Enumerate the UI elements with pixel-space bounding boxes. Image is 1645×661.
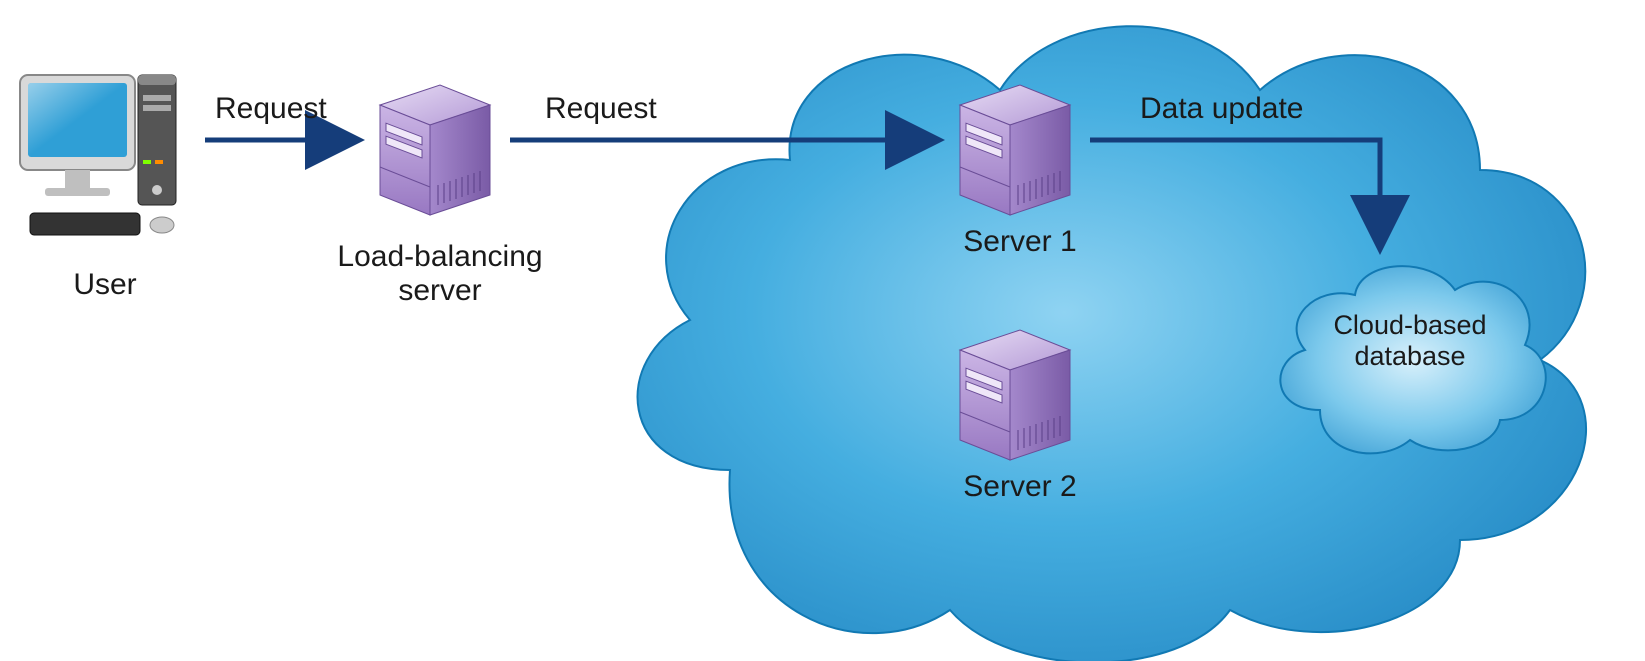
arrow-label-request-1: Request	[215, 92, 327, 126]
arrow-label-request-2: Request	[545, 92, 657, 126]
arrow-server1-to-db	[1090, 140, 1380, 250]
arrow-label-data-update: Data update	[1140, 92, 1303, 126]
diagram-canvas: Cloud-based database	[0, 0, 1645, 661]
